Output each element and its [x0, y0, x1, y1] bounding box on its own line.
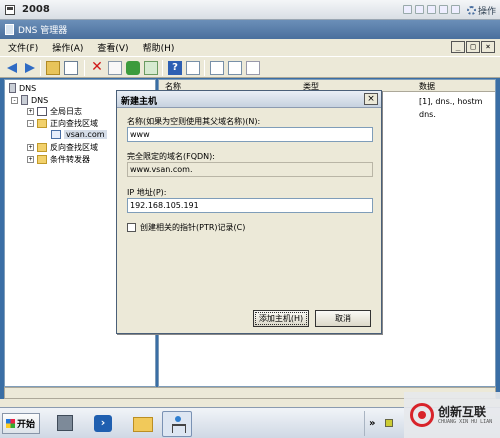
brand-logo-icon — [410, 403, 434, 427]
dialog-title: 新建主机 — [121, 97, 158, 107]
vm-ops-label: 操作 — [477, 7, 496, 17]
list-item[interactable]: [1], dns., hostm — [419, 97, 482, 106]
vm-control-icon[interactable] — [403, 5, 412, 14]
fqdn-field: www.vsan.com. — [127, 162, 373, 177]
brand-subtitle: CHUANG XIN HU LIAN — [438, 418, 493, 425]
expand-icon[interactable]: + — [27, 144, 34, 151]
list-icon[interactable] — [210, 61, 224, 75]
columns-icon[interactable] — [186, 61, 200, 75]
name-label: 名称(如果为空则使用其父域名称)(N): — [127, 117, 261, 126]
folder-icon — [37, 119, 47, 128]
create-ptr-checkbox[interactable] — [127, 223, 136, 232]
dns-manager-icon — [5, 24, 14, 35]
folder-icon — [37, 143, 47, 152]
start-button[interactable]: 开始 — [2, 413, 40, 434]
window-buttons: _ □ × — [451, 41, 495, 53]
delete-icon[interactable]: ✕ — [90, 60, 104, 75]
create-ptr-checkbox-row[interactable]: 创建相关的指针(PTR)记录(C) — [127, 222, 245, 233]
help-icon[interactable]: ? — [168, 61, 182, 75]
menu-file[interactable]: 文件(F) — [8, 41, 38, 54]
ip-label: IP 地址(P): — [127, 188, 167, 197]
taskbar-server-manager[interactable] — [50, 411, 80, 437]
system-tray: » — [364, 411, 400, 436]
folder-icon — [133, 417, 153, 432]
vm-title-bar: 2008 操作 — [0, 0, 500, 20]
vm-control-icon[interactable] — [451, 5, 460, 14]
refresh-icon[interactable] — [126, 61, 140, 75]
vm-toolbar — [403, 5, 460, 14]
toolbar-separator — [204, 60, 205, 76]
server-icon — [21, 95, 28, 105]
dns-network-icon — [172, 416, 186, 433]
brand-name: 创新互联 — [438, 404, 487, 419]
taskbar-dns-manager[interactable] — [162, 411, 192, 437]
tree-item-reverse-zones[interactable]: + 反向查找区域 — [27, 142, 98, 153]
fqdn-label: 完全限定的域名(FQDN): — [127, 152, 215, 161]
folder-icon — [37, 155, 47, 164]
dialog-title-bar[interactable]: 新建主机 × — [117, 91, 381, 108]
name-input[interactable]: www — [127, 127, 373, 142]
vm-title: 2008 — [22, 4, 50, 15]
menu-view[interactable]: 查看(V) — [97, 41, 128, 54]
tree-item-vsan-zone[interactable]: vsan.com — [51, 130, 107, 139]
export-list-icon[interactable] — [144, 61, 158, 75]
create-ptr-label: 创建相关的指针(PTR)记录(C) — [140, 223, 246, 232]
tree-item-global-logs[interactable]: + 全局日志 — [27, 106, 82, 117]
restore-button[interactable]: □ — [466, 41, 480, 53]
column-data[interactable]: 数据 — [419, 81, 435, 92]
minimize-button[interactable]: _ — [451, 41, 465, 53]
toolbar-separator — [40, 60, 41, 76]
vm-window-icon — [5, 5, 15, 15]
details-icon[interactable] — [228, 61, 242, 75]
add-host-button[interactable]: 添加主机(H) — [253, 310, 309, 327]
ip-address-input[interactable]: 192.168.105.191 — [127, 198, 373, 213]
taskbar-explorer[interactable] — [128, 411, 158, 437]
action-center-flag-icon[interactable] — [385, 419, 393, 427]
powershell-icon: › — [94, 415, 112, 432]
zone-icon — [51, 130, 61, 139]
tray-expand-icon[interactable]: » — [369, 418, 375, 429]
app-title: DNS 管理器 — [18, 26, 68, 36]
tree-item-dns-server[interactable]: - DNS — [11, 95, 48, 105]
close-button[interactable]: × — [481, 41, 495, 53]
tree-root[interactable]: DNS — [9, 83, 36, 93]
show-hide-tree-icon[interactable] — [64, 61, 78, 75]
menu-action[interactable]: 操作(A) — [52, 41, 83, 54]
vm-control-icon[interactable] — [415, 5, 424, 14]
vm-control-icon[interactable] — [427, 5, 436, 14]
vm-ops-menu[interactable]: 操作 — [466, 4, 496, 17]
dialog-close-button[interactable]: × — [364, 93, 378, 105]
forward-arrow-icon[interactable] — [22, 61, 36, 75]
cancel-button[interactable]: 取消 — [315, 310, 371, 327]
up-folder-icon[interactable] — [46, 61, 60, 75]
back-arrow-icon[interactable] — [6, 61, 20, 75]
expand-icon[interactable]: + — [27, 108, 34, 115]
log-icon — [37, 107, 47, 116]
server-manager-icon — [57, 415, 73, 431]
toolbar-separator — [84, 60, 85, 76]
tree-item-forward-zones[interactable]: - 正向查找区域 — [27, 118, 98, 129]
server-icon — [9, 83, 16, 93]
tree-item-conditional-forwarders[interactable]: + 条件转发器 — [27, 154, 90, 165]
menu-bar: 文件(F) 操作(A) 查看(V) 帮助(H) _ □ × — [0, 39, 500, 56]
menu-help[interactable]: 帮助(H) — [143, 41, 175, 54]
expand-icon[interactable]: + — [27, 156, 34, 163]
new-host-dialog: 新建主机 × 名称(如果为空则使用其父域名称)(N): www 完全限定的域名(… — [116, 90, 382, 334]
windows-logo-icon — [6, 419, 15, 428]
toolbar: ✕ ? — [0, 56, 500, 78]
document-icon[interactable] — [246, 61, 260, 75]
vm-control-icon[interactable] — [439, 5, 448, 14]
properties-icon[interactable] — [108, 61, 122, 75]
toolbar-separator — [162, 60, 163, 76]
gear-icon — [466, 6, 476, 15]
start-label: 开始 — [17, 420, 36, 430]
collapse-icon[interactable]: - — [27, 120, 34, 127]
watermark-logo: 创新互联 CHUANG XIN HU LIAN — [404, 392, 500, 438]
list-item[interactable]: dns. — [419, 110, 436, 119]
taskbar-powershell[interactable]: › — [88, 411, 118, 437]
app-title-bar: DNS 管理器 — [0, 20, 500, 39]
collapse-icon[interactable]: - — [11, 96, 18, 104]
